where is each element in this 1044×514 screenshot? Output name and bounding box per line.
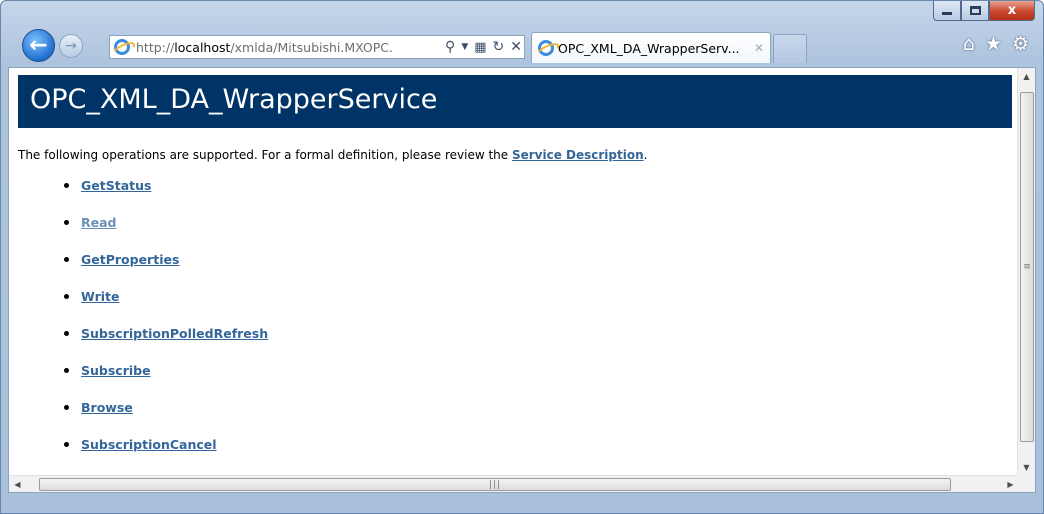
browser-window: x ← → http://localhost/xmlda/Mitsubishi.… <box>0 0 1044 514</box>
vertical-scroll-thumb[interactable]: ≡ <box>1020 92 1034 442</box>
operation-link-getstatus[interactable]: GetStatus <box>81 178 151 193</box>
url-prefix: http:// <box>136 39 175 55</box>
close-window-button[interactable]: x <box>989 1 1035 21</box>
operation-link-subscriptioncancel[interactable]: SubscriptionCancel <box>81 437 217 452</box>
list-item: Subscribe <box>64 363 268 400</box>
bullet <box>64 368 69 373</box>
operations-list: GetStatus Read GetProperties Write Subsc… <box>64 178 268 474</box>
horizontal-scroll-thumb[interactable]: ||| <box>39 478 951 491</box>
address-bar[interactable]: http://localhost/xmlda/Mitsubishi.MXOPC.… <box>109 35 525 59</box>
bullet <box>64 183 69 188</box>
url-host: localhost <box>174 39 231 55</box>
search-icon[interactable]: ⚲ <box>445 39 455 55</box>
back-button[interactable]: ← <box>22 29 55 62</box>
url-path: /xmlda/Mitsubishi.MXOPC. <box>230 39 393 55</box>
stop-icon[interactable]: ✕ <box>510 39 522 55</box>
scroll-left-icon[interactable]: ◀ <box>9 476 26 493</box>
navigation-bar: ← → http://localhost/xmlda/Mitsubishi.MX… <box>1 25 1043 67</box>
ie-tab-icon <box>538 40 554 56</box>
address-tools: ⚲ ▼ ▦ ↻ ✕ <box>441 36 522 58</box>
bullet <box>64 442 69 447</box>
operation-link-subscribe[interactable]: Subscribe <box>81 363 151 378</box>
refresh-icon[interactable]: ↻ <box>493 39 505 55</box>
list-item: GetProperties <box>64 252 268 289</box>
bullet <box>64 257 69 262</box>
list-item: Write <box>64 289 268 326</box>
list-item: Read <box>64 215 268 252</box>
forward-button[interactable]: → <box>59 34 83 58</box>
maximize-button[interactable] <box>961 1 989 21</box>
intro-text: The following operations are supported. … <box>18 148 647 162</box>
list-item: SubscriptionPolledRefresh <box>64 326 268 363</box>
page-content: OPC_XML_DA_WrapperService The following … <box>8 67 1036 493</box>
operation-link-write[interactable]: Write <box>81 289 119 304</box>
bullet <box>64 294 69 299</box>
list-item: GetStatus <box>64 178 268 215</box>
service-description-link[interactable]: Service Description <box>512 148 644 162</box>
bullet <box>64 220 69 225</box>
dropdown-icon[interactable]: ▼ <box>461 42 468 52</box>
operation-link-subscriptionpolledrefresh[interactable]: SubscriptionPolledRefresh <box>81 326 268 341</box>
back-arrow-icon: ← <box>29 33 48 58</box>
scroll-down-icon[interactable]: ▼ <box>1018 459 1035 476</box>
vertical-scrollbar[interactable]: ▲ ≡ ▼ <box>1017 68 1035 476</box>
ie-page-icon <box>114 39 130 55</box>
compat-view-icon[interactable]: ▦ <box>474 40 486 55</box>
tab-close-icon[interactable]: ✕ <box>754 41 764 55</box>
maximize-icon <box>969 6 981 15</box>
list-item: SubscriptionCancel <box>64 437 268 474</box>
tab-active[interactable]: OPC_XML_DA_WrapperServ... ✕ <box>531 32 771 63</box>
intro-text-suffix: . <box>643 148 648 162</box>
scroll-up-icon[interactable]: ▲ <box>1018 68 1035 85</box>
horizontal-scrollbar[interactable]: ◀ ||| ▶ <box>9 475 1019 492</box>
bullet <box>64 405 69 410</box>
caption-buttons: x <box>933 1 1035 21</box>
home-icon[interactable]: ⌂ <box>963 33 975 55</box>
operation-link-read[interactable]: Read <box>81 215 117 230</box>
new-tab-button[interactable] <box>773 34 807 63</box>
list-item: Browse <box>64 400 268 437</box>
operation-link-browse[interactable]: Browse <box>81 400 133 415</box>
bullet <box>64 331 69 336</box>
toolbar-icons: ⌂ ★ ⚙ <box>963 33 1029 55</box>
minimize-button[interactable] <box>933 1 961 21</box>
minimize-icon <box>942 12 952 15</box>
favorites-star-icon[interactable]: ★ <box>985 33 1002 55</box>
close-icon: x <box>1007 3 1017 18</box>
scrollbar-corner <box>1017 475 1035 492</box>
page-title: OPC_XML_DA_WrapperService <box>18 75 1012 128</box>
intro-text-body: The following operations are supported. … <box>18 148 512 162</box>
tab-title: OPC_XML_DA_WrapperServ... <box>558 40 740 56</box>
forward-arrow-icon: → <box>65 38 77 54</box>
operation-link-getproperties[interactable]: GetProperties <box>81 252 179 267</box>
tools-gear-icon[interactable]: ⚙ <box>1012 33 1029 55</box>
